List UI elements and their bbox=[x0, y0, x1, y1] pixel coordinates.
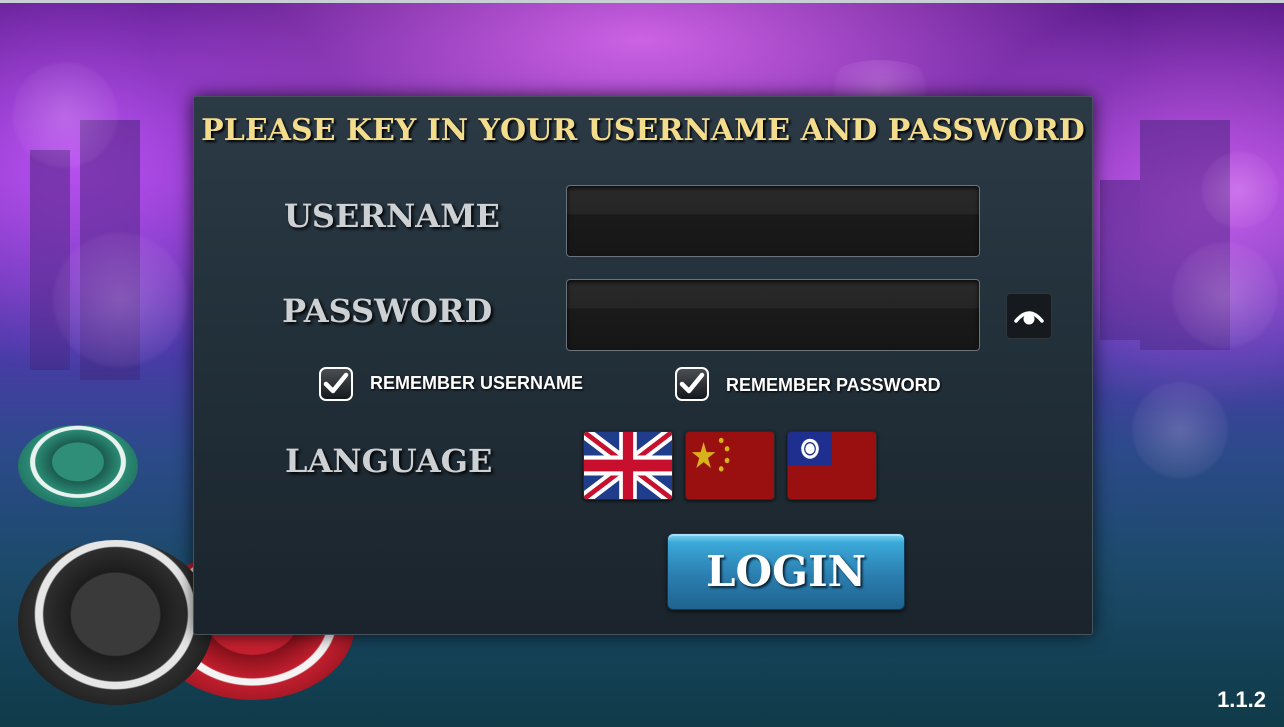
login-title: PLEASE KEY IN YOUR USERNAME AND PASSWORD bbox=[201, 113, 1085, 148]
show-password-button[interactable] bbox=[1006, 293, 1052, 339]
username-input[interactable] bbox=[567, 186, 979, 256]
bokeh-light bbox=[10, 60, 120, 170]
password-label: PASSWORD bbox=[282, 292, 493, 330]
window-top-border bbox=[0, 0, 1284, 3]
green-poker-chip bbox=[18, 425, 138, 507]
eye-icon bbox=[1014, 311, 1044, 325]
version-number: 1.1.2 bbox=[1217, 687, 1266, 712]
remember-username-label[interactable]: REMEMBER USERNAME bbox=[370, 373, 583, 394]
login-panel: PLEASE KEY IN YOUR USERNAME AND PASSWORD… bbox=[193, 96, 1093, 635]
english-flag-icon[interactable] bbox=[583, 431, 673, 500]
bokeh-light bbox=[1170, 240, 1280, 350]
china-flag-icon[interactable] bbox=[685, 431, 775, 500]
login-button[interactable]: LOGIN bbox=[667, 533, 905, 610]
taiwan-flag-icon[interactable] bbox=[787, 431, 877, 500]
checkmark-icon bbox=[323, 372, 349, 394]
background-building bbox=[1100, 180, 1140, 340]
bokeh-light bbox=[1130, 380, 1230, 480]
language-label: LANGUAGE bbox=[285, 442, 493, 480]
password-input[interactable] bbox=[567, 280, 979, 350]
username-label: USERNAME bbox=[284, 197, 500, 235]
remember-password-checkbox[interactable] bbox=[675, 367, 709, 401]
bokeh-light bbox=[50, 230, 190, 370]
remember-password-label[interactable]: REMEMBER PASSWORD bbox=[726, 375, 941, 396]
black-poker-chip bbox=[18, 540, 213, 705]
password-field-container bbox=[566, 279, 980, 351]
username-field-container bbox=[566, 185, 980, 257]
remember-username-checkbox[interactable] bbox=[319, 367, 353, 401]
checkmark-icon bbox=[679, 372, 705, 394]
bokeh-light bbox=[1200, 150, 1280, 230]
